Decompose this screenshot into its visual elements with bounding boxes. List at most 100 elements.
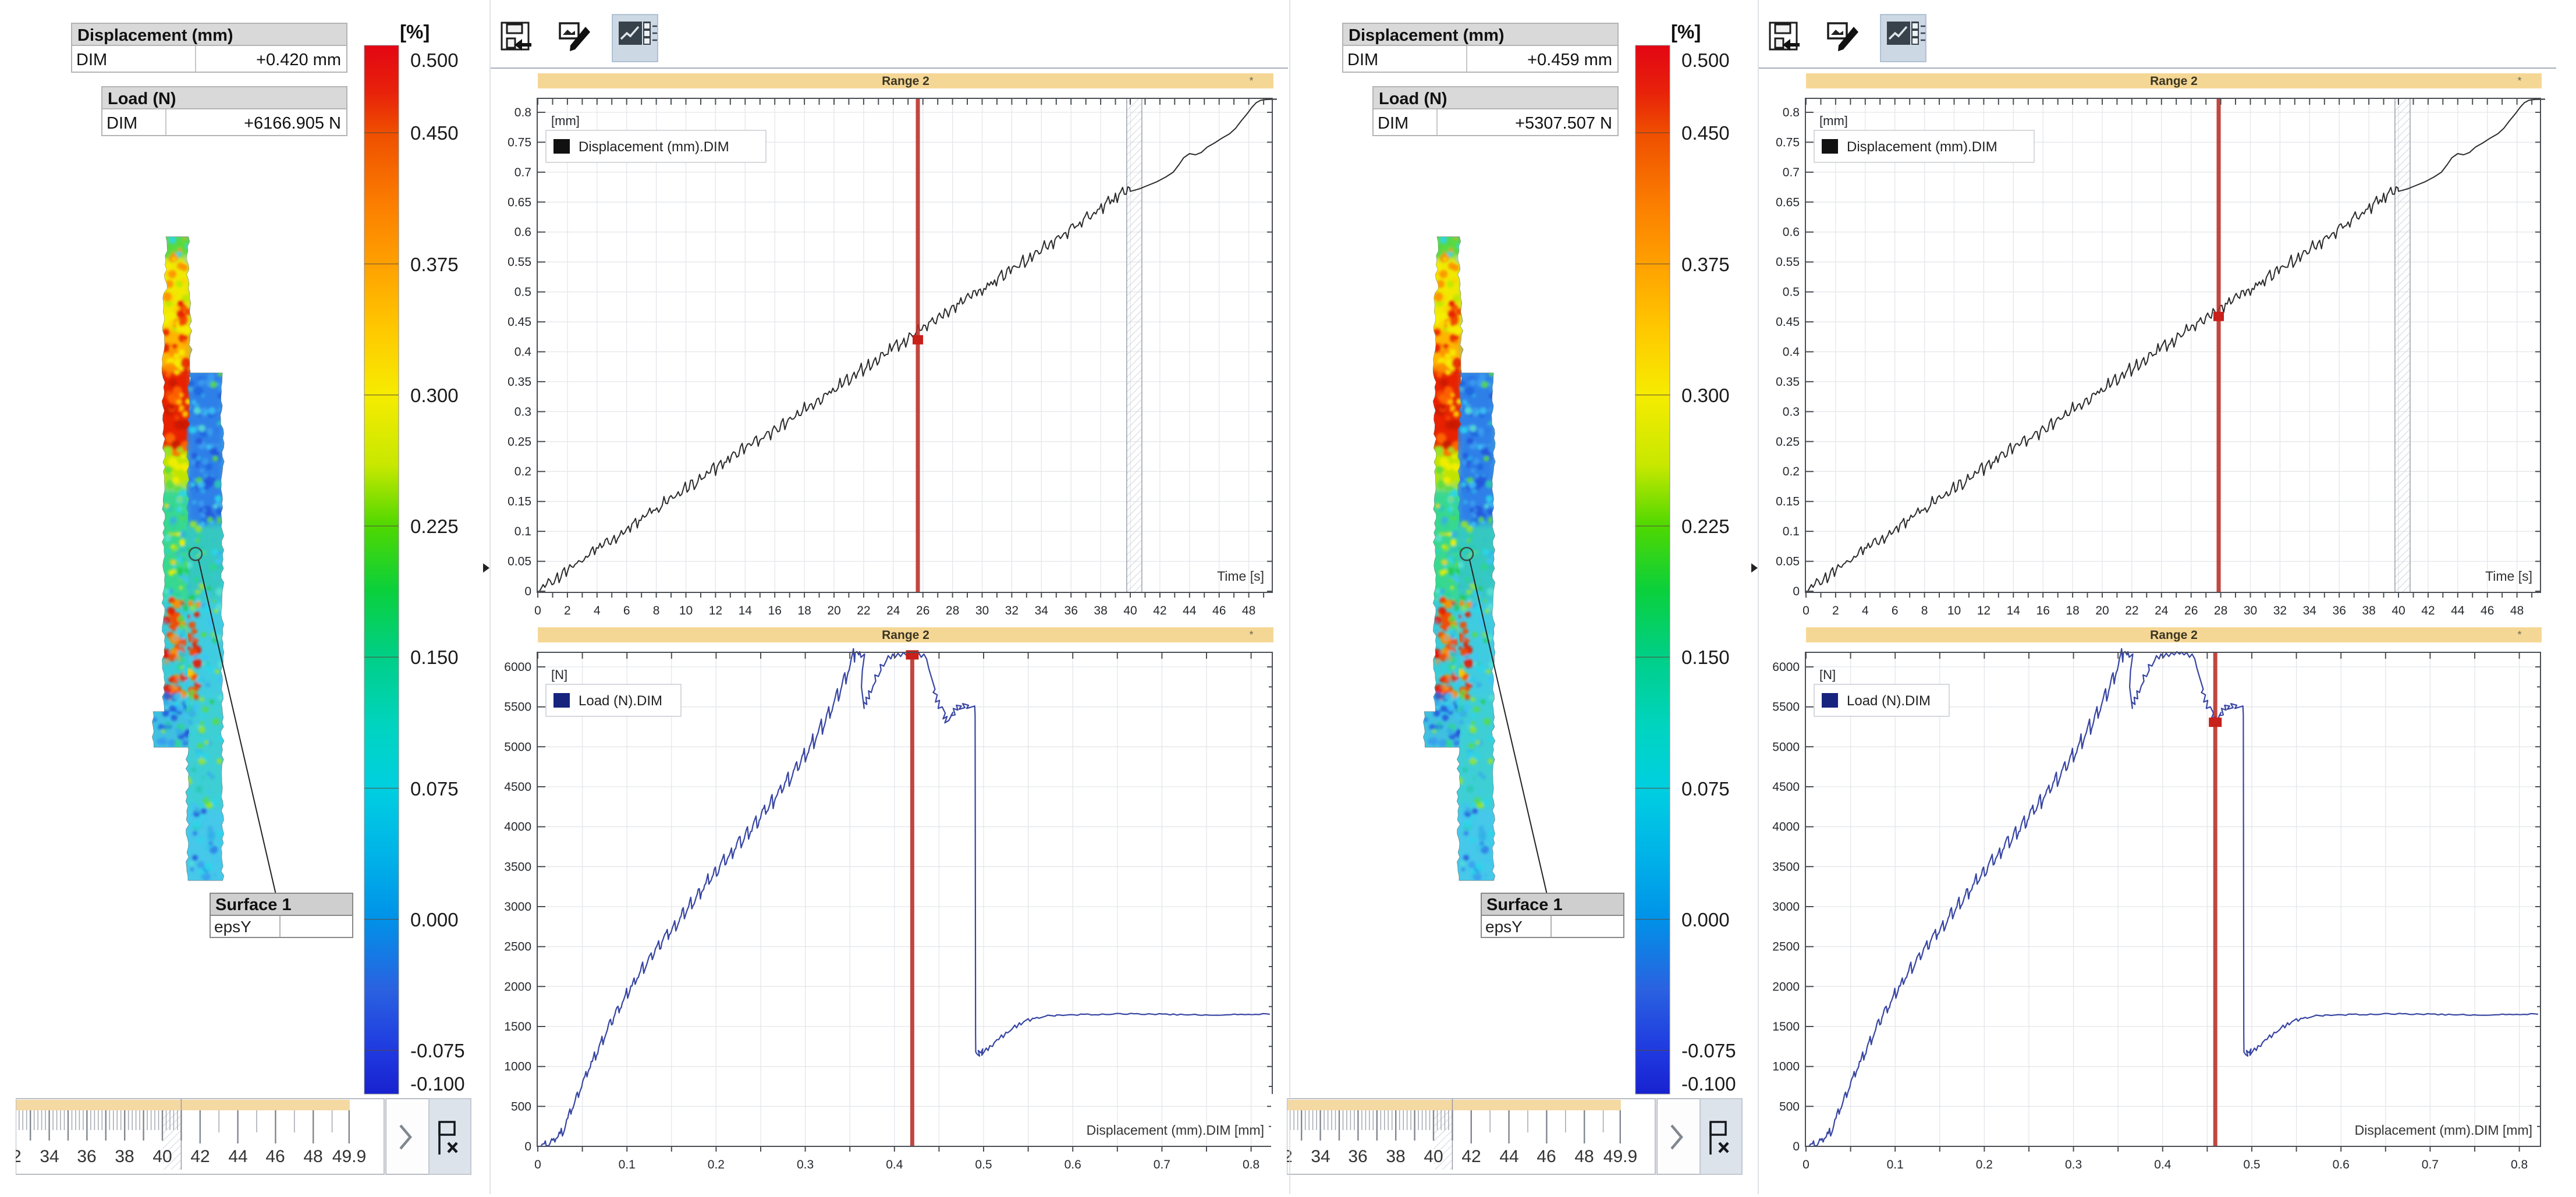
svg-text:0.3: 0.3 (515, 405, 531, 418)
svg-text:24: 24 (886, 604, 900, 617)
svg-text:[%]: [%] (1671, 21, 1701, 42)
svg-text:0.65: 0.65 (508, 196, 531, 209)
svg-text:0.450: 0.450 (410, 122, 459, 144)
svg-text:4000: 4000 (504, 821, 531, 834)
svg-text:2000: 2000 (1772, 980, 1800, 993)
svg-text:0.8: 0.8 (1783, 106, 1800, 119)
svg-text:3500: 3500 (504, 860, 531, 873)
svg-text:0.2: 0.2 (1976, 1158, 1993, 1171)
svg-text:+5307.507 N: +5307.507 N (1515, 114, 1612, 133)
svg-text:Load (N).DIM: Load (N).DIM (579, 693, 662, 709)
svg-text:46: 46 (265, 1147, 285, 1166)
svg-text:0.55: 0.55 (508, 255, 531, 269)
svg-text:0.2: 0.2 (708, 1158, 725, 1171)
svg-text:-0.075: -0.075 (410, 1040, 465, 1061)
svg-text:0.075: 0.075 (1681, 778, 1730, 800)
svg-text:0.5: 0.5 (2243, 1158, 2260, 1171)
svg-text:26: 26 (2184, 604, 2198, 617)
svg-text:22: 22 (2125, 604, 2138, 617)
svg-text:[mm]: [mm] (551, 113, 580, 128)
svg-text:6: 6 (1892, 604, 1899, 617)
svg-text:40: 40 (2392, 604, 2405, 617)
svg-text:18: 18 (2066, 604, 2079, 617)
svg-text:0.000: 0.000 (410, 909, 459, 930)
svg-text:0.6: 0.6 (1783, 226, 1800, 239)
svg-text:0.4: 0.4 (1783, 346, 1800, 359)
svg-text:24: 24 (2155, 604, 2169, 617)
svg-text:0.5: 0.5 (975, 1158, 992, 1171)
svg-text:32: 32 (1005, 604, 1019, 617)
svg-text:34: 34 (40, 1147, 59, 1166)
svg-text:4: 4 (1862, 604, 1869, 617)
svg-text:0.6: 0.6 (515, 226, 531, 239)
svg-text:0.7: 0.7 (2422, 1158, 2439, 1171)
svg-text:[mm]: [mm] (1819, 113, 1848, 128)
svg-text:48: 48 (1574, 1147, 1594, 1166)
svg-text:0: 0 (534, 604, 541, 617)
svg-text:3000: 3000 (504, 900, 531, 914)
svg-text:5000: 5000 (504, 740, 531, 754)
svg-text:34: 34 (1035, 604, 1049, 617)
svg-text:0.7: 0.7 (515, 166, 531, 179)
svg-text:44: 44 (2451, 604, 2465, 617)
svg-text:0.65: 0.65 (1776, 196, 1800, 209)
svg-text:[N]: [N] (551, 667, 567, 682)
svg-text:0.2: 0.2 (1783, 465, 1800, 478)
svg-text:0.225: 0.225 (410, 516, 459, 537)
svg-text:3000: 3000 (1772, 900, 1800, 914)
svg-text:Range 2: Range 2 (882, 74, 929, 88)
svg-text:Range 2: Range 2 (2150, 628, 2198, 642)
svg-text:0.45: 0.45 (508, 315, 531, 329)
svg-text:Time [s]: Time [s] (1217, 569, 1264, 584)
svg-text:0: 0 (524, 585, 531, 598)
svg-text:48: 48 (2510, 604, 2524, 617)
svg-text:0.3: 0.3 (797, 1158, 814, 1171)
svg-text:0.2: 0.2 (515, 465, 531, 478)
svg-text:44: 44 (1183, 604, 1197, 617)
svg-text:26: 26 (916, 604, 929, 617)
svg-text:[N]: [N] (1819, 667, 1836, 682)
svg-text:Displacement (mm): Displacement (mm) (77, 26, 233, 45)
svg-text:Range 2: Range 2 (882, 628, 929, 642)
svg-text:2500: 2500 (1772, 940, 1800, 954)
svg-text:0.1: 0.1 (1887, 1158, 1904, 1171)
svg-text:36: 36 (1348, 1147, 1367, 1166)
svg-text:*: * (2517, 629, 2521, 641)
svg-text:18: 18 (797, 604, 811, 617)
svg-text:36: 36 (77, 1147, 96, 1166)
svg-text:38: 38 (1094, 604, 1107, 617)
svg-text:10: 10 (1947, 604, 1961, 617)
svg-text:0.25: 0.25 (1776, 435, 1800, 449)
svg-text:42: 42 (190, 1147, 210, 1166)
svg-text:*: * (1249, 75, 1253, 87)
svg-text:Time [s]: Time [s] (2485, 569, 2532, 584)
svg-text:4000: 4000 (1772, 821, 1800, 834)
svg-text:38: 38 (2362, 604, 2375, 617)
svg-text:22: 22 (857, 604, 870, 617)
svg-text:44: 44 (228, 1147, 247, 1166)
svg-text:epsY: epsY (1485, 918, 1523, 936)
svg-text:0.300: 0.300 (1681, 385, 1730, 406)
svg-text:Surface 1: Surface 1 (215, 896, 292, 914)
svg-text:DIM: DIM (107, 114, 137, 133)
svg-text:0.150: 0.150 (410, 647, 459, 668)
svg-text:0.8: 0.8 (2511, 1158, 2528, 1171)
svg-text:0: 0 (524, 1140, 531, 1153)
svg-text:0.450: 0.450 (1681, 122, 1730, 144)
svg-text:Displacement (mm).DIM: Displacement (mm).DIM (579, 139, 729, 155)
svg-text:4: 4 (594, 604, 601, 617)
svg-text:12: 12 (709, 604, 722, 617)
svg-text:12: 12 (1977, 604, 1990, 617)
svg-text:-0.100: -0.100 (1681, 1073, 1736, 1095)
svg-text:0.05: 0.05 (1776, 555, 1800, 569)
svg-text:0.6: 0.6 (1065, 1158, 1081, 1171)
svg-text:2500: 2500 (504, 940, 531, 954)
svg-text:2: 2 (564, 604, 571, 617)
svg-text:0.500: 0.500 (1681, 49, 1730, 71)
svg-text:DIM: DIM (76, 51, 107, 69)
svg-text:Load (N): Load (N) (108, 90, 176, 108)
svg-text:38: 38 (1386, 1147, 1405, 1166)
svg-text:5000: 5000 (1772, 740, 1800, 754)
svg-text:40: 40 (152, 1147, 172, 1166)
svg-text:0.4: 0.4 (2154, 1158, 2171, 1171)
